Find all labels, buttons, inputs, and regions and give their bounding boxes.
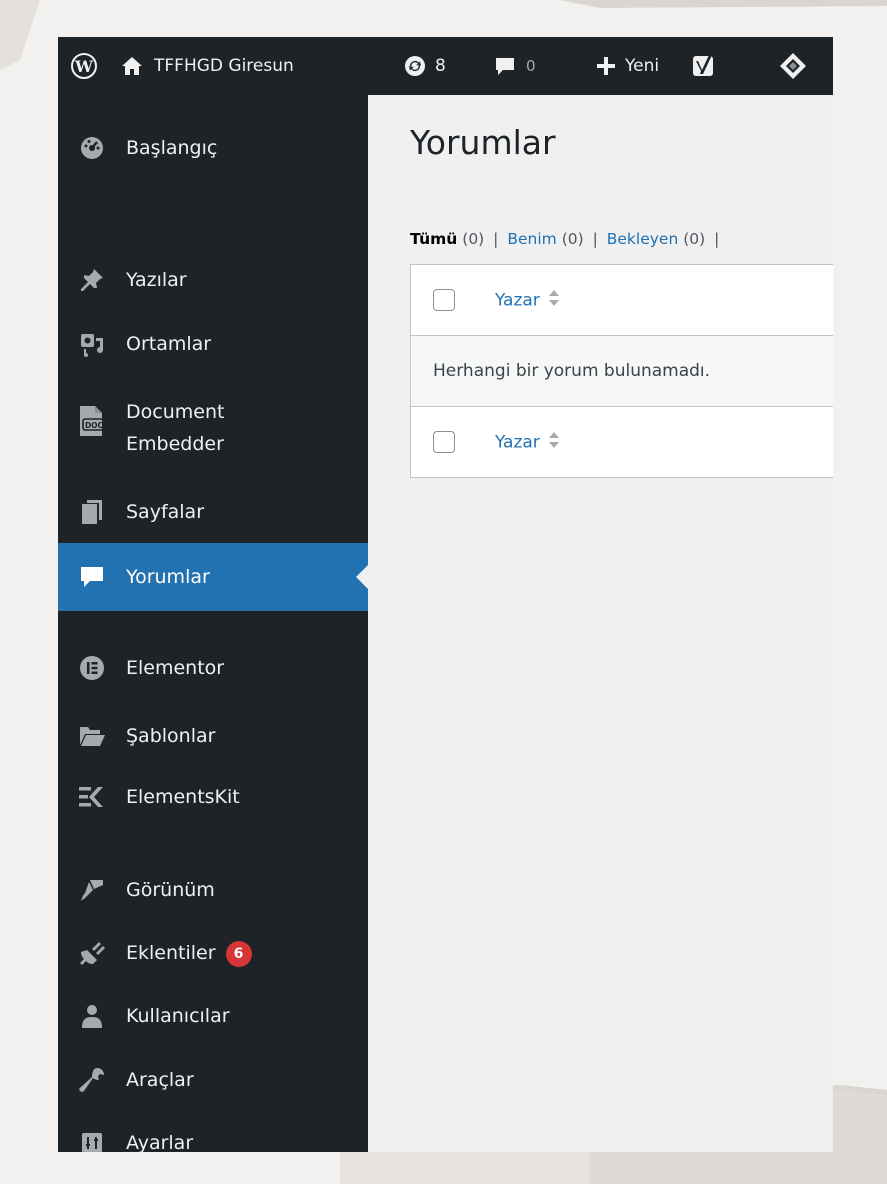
svg-text:W: W xyxy=(74,57,94,76)
sidebar-item-comments[interactable]: Yorumlar xyxy=(58,543,368,611)
updates-menu[interactable]: 8 xyxy=(403,37,446,95)
comments-menu[interactable]: 0 xyxy=(494,37,536,95)
sidebar-item-label: Sayfalar xyxy=(126,501,205,523)
svg-text:DOC: DOC xyxy=(85,421,104,430)
users-icon xyxy=(76,1000,108,1032)
select-all-checkbox-footer[interactable] xyxy=(433,431,455,453)
sidebar-item-label: ElementsKit xyxy=(126,786,240,808)
sort-arrows-icon xyxy=(548,289,560,312)
sidebar-item-label: Yorumlar xyxy=(126,566,210,588)
table-footer-row: Yazar xyxy=(411,406,833,477)
sidebar-item-plugins[interactable]: Eklentiler 6 xyxy=(58,918,368,988)
comment-icon xyxy=(76,561,108,593)
dashboard-icon xyxy=(76,132,108,164)
sidebar-item-label-line2: Embedder xyxy=(126,433,224,455)
sidebar-item-document-embedder[interactable]: DOC Document Embedder xyxy=(58,385,368,475)
sidebar-item-label-line1: Document xyxy=(126,401,225,423)
diamond-plugin-icon[interactable] xyxy=(778,37,808,95)
folder-icon xyxy=(76,720,108,752)
no-items-row: Herhangi bir yorum bulunamadı. xyxy=(411,335,833,406)
sidebar-item-settings[interactable]: Ayarlar xyxy=(58,1108,368,1152)
wrench-icon xyxy=(76,1064,108,1096)
sidebar-item-label: Eklentiler xyxy=(126,942,216,964)
sidebar-item-elementskit[interactable]: ElementsKit xyxy=(58,762,368,832)
plugin-updates-badge: 6 xyxy=(225,940,252,967)
author-column-footer[interactable]: Yazar xyxy=(495,431,560,454)
site-name: TFFHGD Giresun xyxy=(154,56,294,76)
sidebar-item-tools[interactable]: Araçlar xyxy=(58,1045,368,1115)
doc-icon: DOC xyxy=(76,405,108,437)
pin-icon xyxy=(76,264,108,296)
home-icon xyxy=(120,55,144,77)
sidebar-item-label: Elementor xyxy=(126,657,225,679)
plugin-icon xyxy=(76,937,108,969)
sidebar-item-label: Şablonlar xyxy=(126,725,216,747)
admin-sidebar: Başlangıç Yazılar Ortamlar DOC Document … xyxy=(58,95,368,1152)
comments-count: 0 xyxy=(526,57,536,75)
elementskit-icon xyxy=(76,781,108,813)
sidebar-item-appearance[interactable]: Görünüm xyxy=(58,855,368,925)
filter-pending[interactable]: Bekleyen xyxy=(607,230,679,248)
sidebar-item-label: Ortamlar xyxy=(126,333,212,355)
wordpress-logo-icon[interactable]: W xyxy=(70,37,98,95)
sidebar-item-label: Görünüm xyxy=(126,879,215,901)
filter-all-count: (0) xyxy=(462,230,485,248)
filter-separator: | xyxy=(592,230,598,248)
filter-all[interactable]: Tümü xyxy=(410,230,457,248)
brush-icon xyxy=(76,874,108,906)
select-all-checkbox[interactable] xyxy=(433,289,455,311)
sidebar-item-media[interactable]: Ortamlar xyxy=(58,309,368,379)
filter-separator: | xyxy=(714,230,720,248)
wp-admin-window: W TFFHGD Giresun 8 0 Yeni Başlangıç Yazı… xyxy=(58,37,833,1152)
sidebar-item-label: Yazılar xyxy=(126,269,187,291)
main-content: Yorumlar Tümü (0) | Benim (0) | Bekleyen… xyxy=(368,95,833,1152)
filter-mine[interactable]: Benim xyxy=(507,230,556,248)
new-label: Yeni xyxy=(625,56,660,76)
sidebar-item-elementor[interactable]: Elementor xyxy=(58,633,368,703)
yoast-seo-icon[interactable] xyxy=(690,37,718,95)
comment-bubble-icon xyxy=(494,55,516,77)
empty-message: Herhangi bir yorum bulunamadı. xyxy=(433,361,711,381)
table-header-row: Yazar xyxy=(411,265,833,335)
author-column-header[interactable]: Yazar xyxy=(495,289,560,312)
media-icon xyxy=(76,328,108,360)
comments-table: Yazar Herhangi bir yorum bulunamadı. Yaz… xyxy=(410,264,833,478)
filter-mine-count: (0) xyxy=(561,230,584,248)
author-column-label: Yazar xyxy=(495,432,540,452)
pages-icon xyxy=(76,496,108,528)
sidebar-item-label: Kullanıcılar xyxy=(126,1005,230,1027)
page-title: Yorumlar xyxy=(410,123,556,162)
settings-icon xyxy=(76,1127,108,1152)
new-content-menu[interactable]: Yeni xyxy=(595,37,659,95)
sidebar-item-label: Ayarlar xyxy=(126,1132,194,1152)
admin-bar: W TFFHGD Giresun 8 0 Yeni xyxy=(58,37,833,95)
filter-separator: | xyxy=(493,230,499,248)
sidebar-item-label-with-badge: Eklentiler 6 xyxy=(126,938,252,968)
filter-pending-count: (0) xyxy=(683,230,706,248)
updates-icon xyxy=(403,54,427,78)
sidebar-item-pages[interactable]: Sayfalar xyxy=(58,477,368,547)
sidebar-item-dashboard[interactable]: Başlangıç xyxy=(58,113,368,183)
elementor-icon xyxy=(76,652,108,684)
sort-arrows-icon xyxy=(548,431,560,454)
updates-count: 8 xyxy=(435,56,446,76)
comment-status-filters: Tümü (0) | Benim (0) | Bekleyen (0) | xyxy=(410,230,719,248)
sidebar-item-label: Araçlar xyxy=(126,1069,194,1091)
author-column-label: Yazar xyxy=(495,290,540,310)
sidebar-item-users[interactable]: Kullanıcılar xyxy=(58,981,368,1051)
sidebar-item-label: Başlangıç xyxy=(126,137,218,159)
plus-icon xyxy=(595,55,617,77)
sidebar-item-posts[interactable]: Yazılar xyxy=(58,245,368,315)
site-name-menu[interactable]: TFFHGD Giresun xyxy=(120,37,294,95)
sidebar-item-templates[interactable]: Şablonlar xyxy=(58,701,368,771)
